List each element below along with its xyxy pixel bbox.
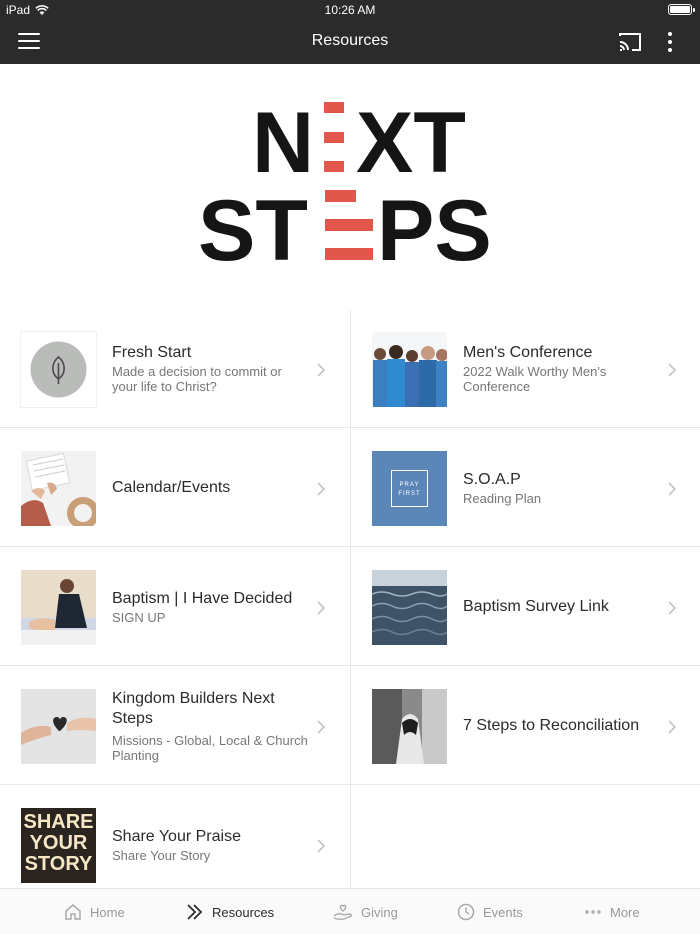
resource-card-soap[interactable]: PRAY FIRST S.O.A.P Reading Plan: [351, 429, 700, 547]
resource-card-mens-conference[interactable]: Men's Conference 2022 Walk Worthy Men's …: [351, 310, 700, 428]
card-title: Calendar/Events: [112, 478, 231, 496]
home-icon: [65, 904, 81, 920]
resource-card-fresh-start[interactable]: Fresh Start Made a decision to commit or…: [0, 310, 350, 428]
giving-hand-icon: [333, 904, 352, 921]
resource-card-reconciliation[interactable]: 7 Steps to Reconciliation: [351, 667, 700, 785]
logo-next-xt: XT: [356, 95, 466, 191]
tab-resources[interactable]: Resources: [186, 889, 274, 934]
logo-steps-st: ST: [198, 183, 308, 279]
chevron-right-icon: [317, 839, 326, 853]
double-chevron-icon: [187, 904, 203, 920]
tile-word-your: YOUR: [29, 832, 88, 854]
status-time: 10:26 AM: [324, 3, 376, 17]
chevron-right-icon: [317, 720, 326, 734]
water-photo: [372, 570, 447, 645]
card-subtitle: Made a decision to commit or your life t…: [112, 364, 282, 394]
more-vertical-icon[interactable]: [660, 30, 680, 54]
card-title: Men's Conference: [463, 344, 593, 361]
resource-card-calendar-events[interactable]: Calendar/Events: [0, 429, 350, 547]
share-praise-thumbnail: SHARE YOUR STORY: [21, 808, 96, 883]
status-bar: iPad 10:26 AM: [0, 0, 700, 20]
soap-thumbnail: PRAY FIRST: [372, 451, 447, 526]
tab-label: Resources: [212, 904, 275, 920]
resource-card-kingdom-builders[interactable]: Kingdom Builders Next Steps Missions - G…: [0, 667, 350, 785]
tab-label: More: [610, 904, 640, 920]
hands-heart-photo: [21, 689, 96, 764]
card-title: Fresh Start: [112, 344, 192, 361]
baptism-photo: [21, 570, 96, 645]
leaf-icon: [30, 341, 87, 398]
tab-label: Events: [483, 904, 523, 920]
baptism-survey-thumbnail: [372, 570, 447, 645]
card-title: 7 Steps to Reconciliation: [463, 716, 640, 734]
pray-first-text: PRAY FIRST: [398, 482, 421, 497]
tile-word-story: STORY: [24, 853, 93, 875]
dots-icon: [585, 910, 601, 914]
share-your-story-tile: SHARE YOUR STORY: [21, 812, 96, 875]
chevron-right-icon: [668, 363, 677, 377]
card-subtitle: SIGN UP: [112, 609, 166, 625]
next-steps-logo: N XT ST PS: [198, 95, 492, 279]
mens-conference-thumbnail: [372, 332, 447, 407]
fresh-start-thumbnail: [21, 332, 96, 407]
card-title: Kingdom Builders Next Steps: [112, 689, 275, 727]
tab-label: Giving: [361, 904, 398, 920]
chevron-right-icon: [317, 363, 326, 377]
battery-icon: [668, 4, 695, 15]
handshake-photo: [372, 689, 447, 764]
clock-icon: [457, 903, 475, 921]
men-group-photo: [372, 332, 447, 407]
tab-bar: Home Resources Giving Events More: [0, 888, 700, 934]
chevron-right-icon: [317, 482, 326, 496]
baptism-thumbnail: [21, 570, 96, 645]
card-subtitle: 2022 Walk Worthy Men's Conference: [463, 364, 607, 394]
resource-card-baptism-decided[interactable]: Baptism | I Have Decided SIGN UP: [0, 548, 350, 666]
tab-giving[interactable]: Giving: [333, 889, 398, 934]
resource-card-share-praise[interactable]: SHARE YOUR STORY Share Your Praise Share…: [0, 786, 350, 904]
card-subtitle: Missions - Global, Local & Church Planti…: [112, 732, 308, 763]
card-subtitle: Share Your Story: [112, 848, 211, 863]
nav-bar: Resources: [0, 20, 700, 64]
logo-steps-ps: PS: [377, 183, 492, 279]
kingdom-builders-thumbnail: [21, 689, 96, 764]
chevron-right-icon: [317, 601, 326, 615]
logo-next-n: N: [252, 95, 314, 191]
calendar-photo: [21, 451, 96, 526]
pray-first-tile: PRAY FIRST: [391, 470, 428, 507]
tab-more[interactable]: More: [584, 889, 640, 934]
cast-icon[interactable]: [618, 31, 642, 53]
chevron-right-icon: [668, 601, 677, 615]
tab-events[interactable]: Events: [457, 889, 523, 934]
tile-word-share: SHARE: [23, 811, 94, 833]
chevron-right-icon: [668, 720, 677, 734]
calendar-events-thumbnail: [21, 451, 96, 526]
card-title: Baptism | I Have Decided: [112, 589, 293, 607]
tab-label: Home: [90, 904, 125, 920]
card-title: S.O.A.P: [463, 470, 521, 488]
card-subtitle: Reading Plan: [463, 490, 542, 506]
card-title: Share Your Praise: [112, 828, 241, 845]
chevron-right-icon: [668, 482, 677, 496]
resource-grid: Fresh Start Made a decision to commit or…: [0, 310, 700, 888]
resource-card-baptism-survey[interactable]: Baptism Survey Link: [351, 548, 700, 666]
tab-home[interactable]: Home: [64, 889, 125, 934]
card-title: Baptism Survey Link: [463, 597, 609, 615]
reconciliation-thumbnail: [372, 689, 447, 764]
page-title: Resources: [311, 32, 389, 49]
